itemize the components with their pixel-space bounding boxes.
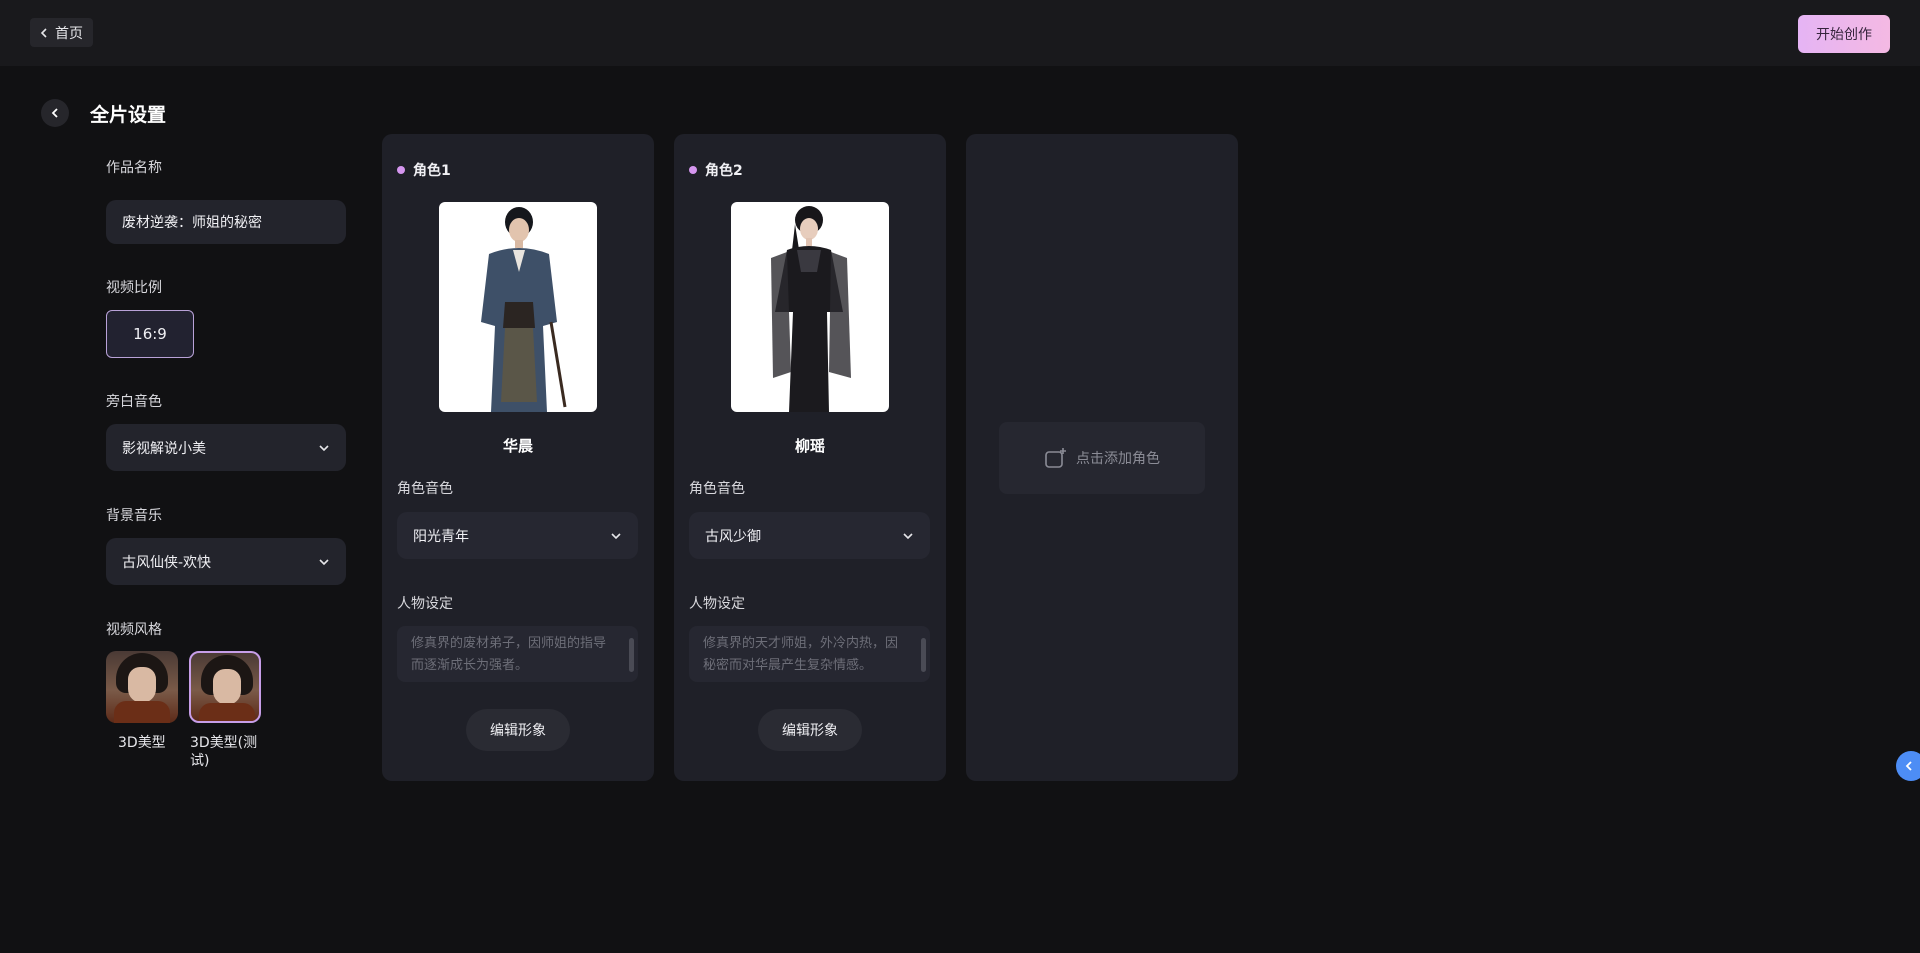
chevron-down-icon [611,532,621,539]
character-portrait[interactable] [731,202,889,412]
add-character-button[interactable]: 点击添加角色 [999,422,1205,494]
add-image-icon [1045,448,1066,468]
aspect-ratio-option[interactable]: 16:9 [106,310,194,358]
narrator-voice-label: 旁白音色 [106,394,162,410]
character-portrait[interactable] [439,202,597,412]
style-option-3d-beauty[interactable] [106,651,178,723]
chevron-left-icon [40,27,47,38]
character-card: 角色1 华晨 角色音色 阳光青年 人物设定 修真界的废材弟子，因师姐的指导而逐渐… [382,134,654,781]
top-bar: 首页 开始创作 [0,0,1920,66]
work-name-label: 作品名称 [106,160,162,176]
character-name: 华晨 [502,437,533,455]
back-button[interactable] [41,99,69,127]
character-title-text: 角色2 [705,163,743,179]
chevron-down-icon [319,558,329,565]
style-caption: 3D美型 [118,735,166,751]
character-title: 角色2 [689,160,743,180]
persona-text: 修真界的废材弟子，因师姐的指导而逐渐成长为强者。 [411,636,607,673]
persona-label: 人物设定 [689,596,745,612]
add-character-label: 点击添加角色 [1076,451,1160,467]
persona-text: 修真界的天才师姐，外冷内热，因秘密而对华晨产生复杂情感。 [703,636,899,673]
character-title: 角色1 [397,160,451,180]
side-panel-toggle[interactable] [1896,751,1920,781]
bgm-select[interactable]: 古风仙侠-欢快 [106,538,346,585]
female-character-figure [771,206,851,412]
page-title: 全片设置 [90,104,167,126]
work-name-value: 废材逆袭：师姐的秘密 [122,215,262,231]
bullet-dot-icon [397,166,405,174]
scrollbar[interactable] [921,638,926,672]
edit-appearance-button[interactable]: 编辑形象 [758,709,862,751]
aspect-ratio-label: 视频比例 [106,280,162,296]
bullet-dot-icon [689,166,697,174]
chevron-left-icon [1905,761,1912,771]
bgm-label: 背景音乐 [106,508,162,524]
voice-label: 角色音色 [397,481,453,497]
add-character-card: 点击添加角色 [966,134,1238,781]
character-voice-select[interactable]: 古风少御 [689,512,930,559]
style-option-3d-beauty-test[interactable] [189,651,261,723]
character-voice-select[interactable]: 阳光青年 [397,512,638,559]
persona-label: 人物设定 [397,596,453,612]
character-title-text: 角色1 [413,163,451,179]
scrollbar[interactable] [629,638,634,672]
male-character-figure [481,207,567,412]
voice-label: 角色音色 [689,481,745,497]
home-label: 首页 [55,25,83,42]
character-name: 柳瑶 [794,437,825,455]
chevron-down-icon [319,444,329,451]
character-voice-value: 阳光青年 [413,528,469,545]
bgm-value: 古风仙侠-欢快 [122,554,212,571]
style-caption: 3D美型(测试) [190,735,258,769]
character-card: 角色2 柳瑶 角色音色 古风少御 人物设定 修真界的天才师姐，外冷内热，因秘密而… [674,134,946,781]
start-create-button[interactable]: 开始创作 [1798,15,1890,53]
video-style-label: 视频风格 [106,622,162,638]
narrator-voice-value: 影视解说小美 [122,440,206,457]
persona-textarea[interactable]: 修真界的废材弟子，因师姐的指导而逐渐成长为强者。 [397,626,638,682]
narrator-voice-select[interactable]: 影视解说小美 [106,424,346,471]
work-name-input[interactable]: 废材逆袭：师姐的秘密 [106,200,346,244]
persona-textarea[interactable]: 修真界的天才师姐，外冷内热，因秘密而对华晨产生复杂情感。 [689,626,930,682]
home-button[interactable]: 首页 [30,18,93,47]
edit-appearance-button[interactable]: 编辑形象 [466,709,570,751]
chevron-left-icon [51,108,58,118]
chevron-down-icon [903,532,913,539]
character-voice-value: 古风少御 [705,528,761,545]
